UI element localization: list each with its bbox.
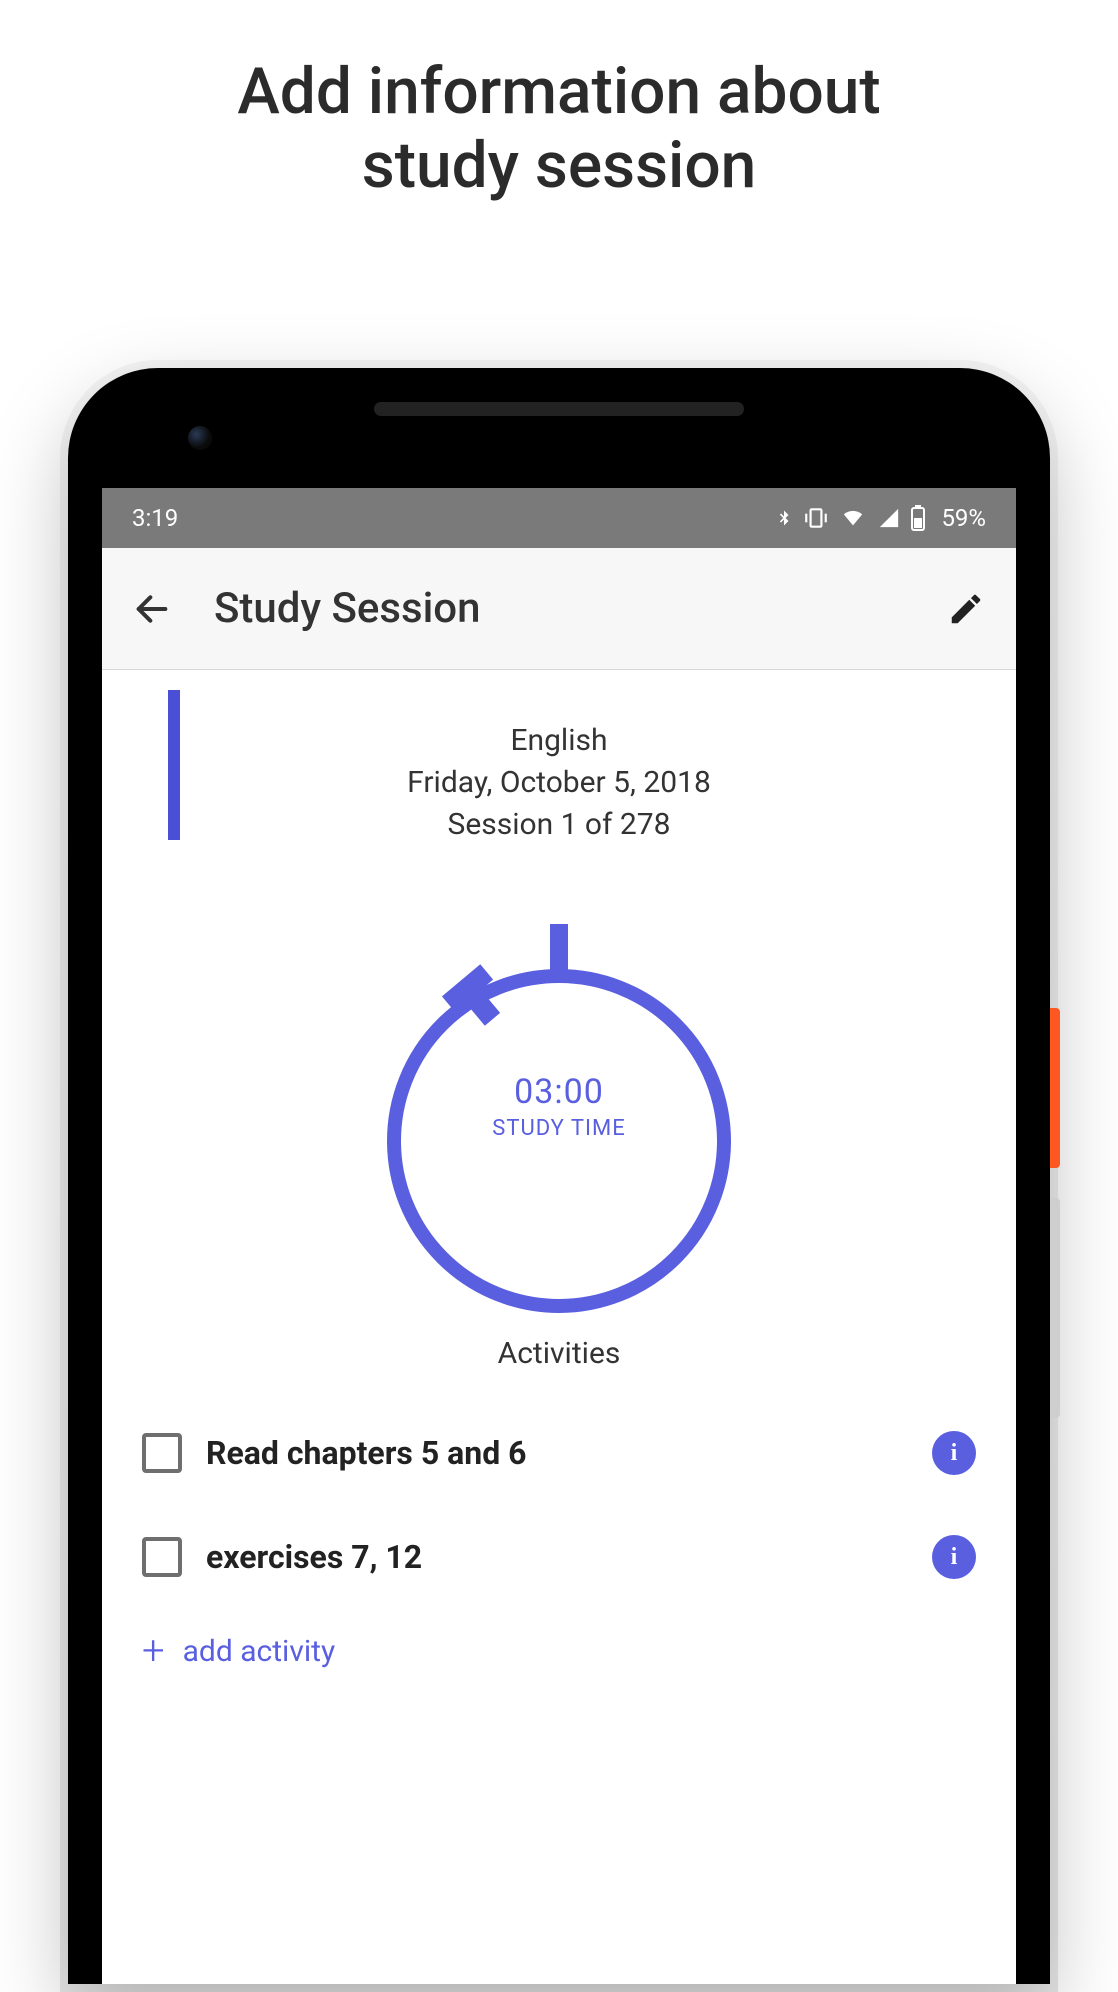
headline-line-1: Add information about [0,55,1118,129]
status-time: 3:19 [132,504,178,532]
activity-label: exercises 7, 12 [206,1538,908,1576]
add-activity-button[interactable]: + add activity [102,1609,1016,1693]
timer-time: 03:00 [514,1072,604,1112]
activity-label: Read chapters 5 and 6 [206,1434,908,1472]
bluetooth-icon [775,504,793,532]
info-icon: i [951,1544,958,1571]
status-icons: 59% [775,504,986,532]
signal-icon [877,507,901,529]
study-timer[interactable]: 03:00 STUDY TIME [374,906,744,1276]
content-area: English Friday, October 5, 2018 Session … [102,670,1016,1693]
activity-row: Read chapters 5 and 6 i [142,1401,976,1505]
marketing-headline: Add information about study session [0,55,1118,202]
activity-info-button[interactable]: i [932,1431,976,1475]
back-button[interactable] [130,587,174,631]
activity-list: Read chapters 5 and 6 i exercises 7, 12 … [102,1371,1016,1609]
battery-icon [911,505,925,531]
phone-volume-button [1050,1198,1060,1418]
headline-line-2: study session [0,129,1118,203]
session-progress: Session 1 of 278 [102,804,1016,846]
status-bar: 3:19 59% [102,488,1016,548]
activity-info-button[interactable]: i [932,1535,976,1579]
phone-camera [188,426,212,450]
phone-frame: 3:19 59% Study Session [68,368,1050,1984]
phone-screen: 3:19 59% Study Session [102,488,1016,1984]
session-date: Friday, October 5, 2018 [102,762,1016,804]
session-meta: English Friday, October 5, 2018 Session … [102,670,1016,846]
subject-accent-bar [168,690,180,840]
activity-checkbox[interactable] [142,1537,182,1577]
vibrate-icon [803,505,829,531]
activities-heading: Activities [102,1336,1016,1371]
page-title: Study Session [214,584,481,633]
phone-power-button [1050,1008,1060,1168]
arrow-back-icon [132,589,172,629]
phone-speaker [374,402,744,416]
add-activity-label: add activity [183,1634,336,1669]
info-icon: i [951,1440,958,1467]
session-subject: English [102,720,1016,762]
wifi-icon [839,507,867,529]
app-bar: Study Session [102,548,1016,670]
status-battery-pct: 59% [941,504,986,532]
timer-label: STUDY TIME [492,1116,626,1141]
pencil-icon [947,590,985,628]
activity-row: exercises 7, 12 i [142,1505,976,1609]
edit-button[interactable] [944,587,988,631]
plus-icon: + [142,1631,165,1671]
activity-checkbox[interactable] [142,1433,182,1473]
